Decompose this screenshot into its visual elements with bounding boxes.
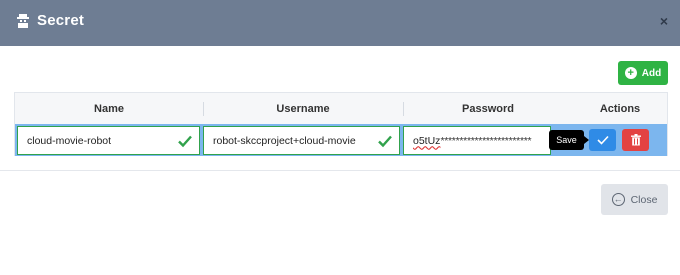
check-icon: [378, 135, 392, 148]
table-header: Name Username Password Actions: [15, 93, 667, 124]
add-button[interactable]: + Add: [618, 61, 668, 85]
name-field[interactable]: cloud-movie-robot: [17, 126, 200, 155]
column-header-name: Name: [94, 102, 124, 115]
dialog-title-wrap: Secret: [15, 12, 84, 29]
column-header-username: Username: [276, 102, 330, 115]
username-field[interactable]: robot-skccproject+cloud-movie: [203, 126, 400, 155]
name-value: cloud-movie-robot: [27, 134, 112, 147]
check-icon: [596, 135, 609, 145]
password-field[interactable]: o5tUz ************************: [403, 126, 551, 155]
delete-button[interactable]: [622, 129, 649, 151]
check-icon: [178, 135, 192, 148]
username-value: robot-skccproject+cloud-movie: [213, 134, 356, 147]
plus-circle-icon: +: [624, 67, 637, 79]
add-button-label: Add: [641, 67, 662, 79]
close-icon[interactable]: ×: [660, 13, 668, 29]
password-visible: o5tUz: [413, 134, 441, 147]
close-button-label: Close: [630, 193, 658, 206]
close-button[interactable]: ← Close: [601, 184, 668, 215]
save-tooltip: Save: [549, 130, 589, 150]
column-header-actions: Actions: [599, 102, 641, 115]
save-button[interactable]: [589, 129, 616, 151]
trash-icon: [630, 134, 641, 146]
footer-divider: [0, 170, 680, 171]
circle-arrow-left-icon: ←: [611, 193, 625, 206]
password-masked: ************************: [440, 134, 532, 147]
dialog-header: Secret ×: [0, 0, 680, 46]
secret-icon: [15, 13, 31, 29]
column-header-password: Password: [462, 102, 514, 115]
dialog-title: Secret: [37, 12, 85, 29]
